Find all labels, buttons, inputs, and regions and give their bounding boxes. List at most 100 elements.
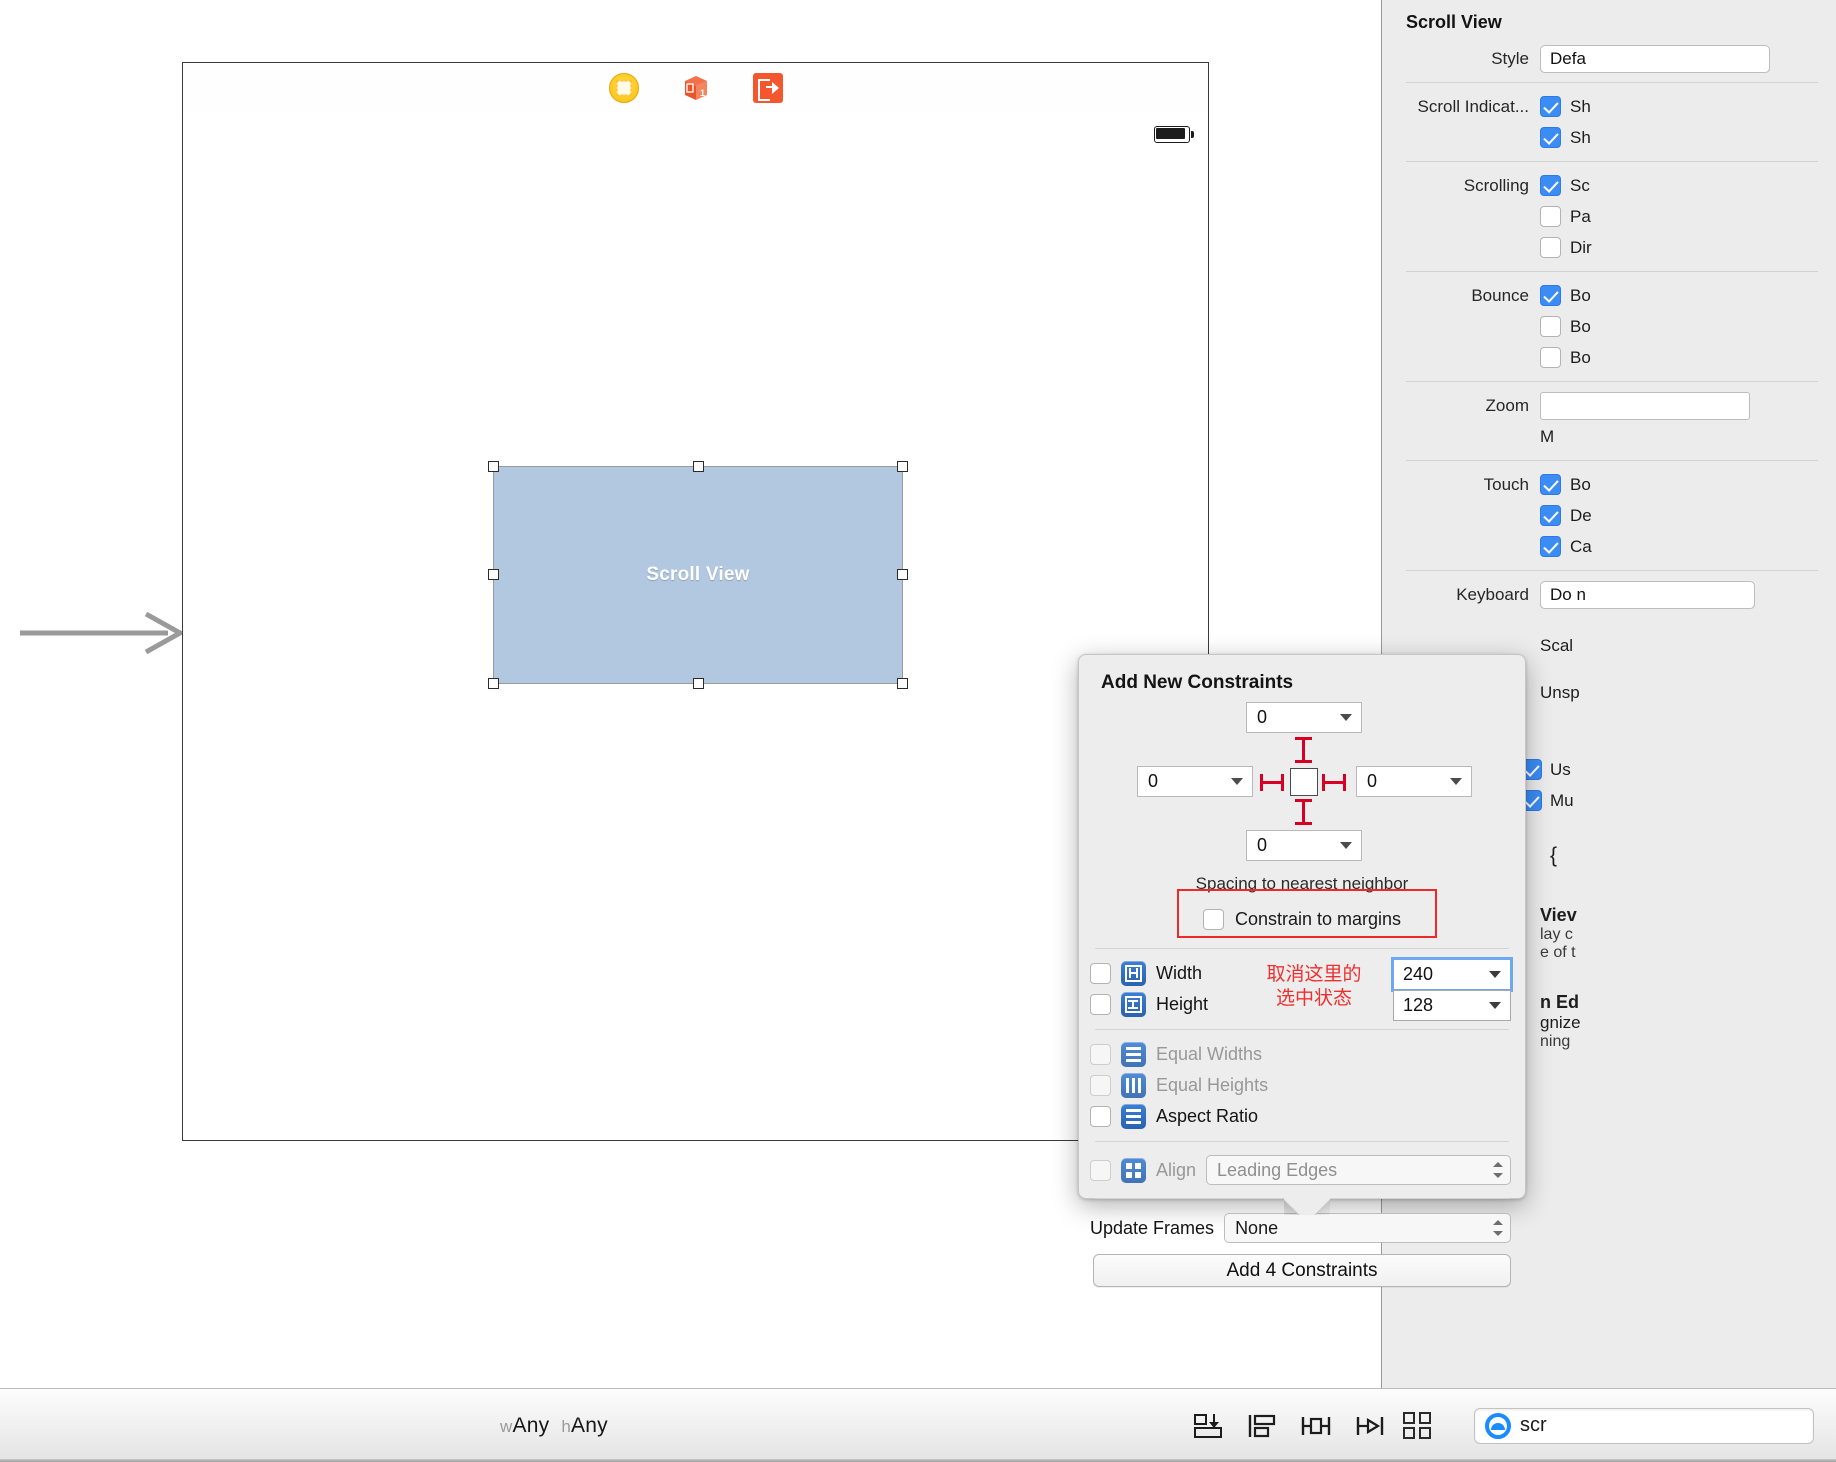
variation-w-prefix: w: [500, 1416, 513, 1436]
zoom-min-field[interactable]: [1540, 391, 1750, 420]
update-frames-value: None: [1235, 1217, 1279, 1238]
resize-handle-bottom-left[interactable]: [488, 678, 499, 689]
height-icon: [1121, 992, 1146, 1017]
resize-handle-top-left[interactable]: [488, 461, 499, 472]
bottom-spacing-stepper[interactable]: 0: [1246, 830, 1362, 861]
cancellable-content-touches-checkbox[interactable]: [1540, 536, 1561, 557]
trailing-spacing-stepper[interactable]: 0: [1356, 766, 1472, 797]
trailing-ibeam-icon[interactable]: [1322, 774, 1346, 790]
inspector-row-zoom[interactable]: Zoom: [1382, 390, 1836, 421]
exit-icon[interactable]: [752, 73, 783, 103]
inspector-row-scrolling[interactable]: Scrolling Sc: [1382, 170, 1836, 201]
width-value-stepper[interactable]: 240: [1391, 957, 1513, 992]
keyboard-dismiss-popup[interactable]: Do n: [1540, 580, 1755, 609]
bottom-ibeam-icon[interactable]: [1295, 799, 1311, 825]
leading-spacing-stepper[interactable]: 0: [1137, 766, 1253, 797]
library-search-value: scr: [1520, 1414, 1547, 1436]
chevron-down-icon[interactable]: [1340, 714, 1352, 721]
size-class-variation[interactable]: wAny hAny: [500, 1414, 608, 1438]
resize-handle-bottom-right[interactable]: [897, 678, 908, 689]
inspector-row-paging[interactable]: Pa: [1382, 201, 1836, 232]
inspector-row-touch[interactable]: Touch Bo: [1382, 469, 1836, 500]
bounces-vertically-checkbox[interactable]: [1540, 347, 1561, 368]
zoom-min-caption: M: [1540, 426, 1555, 446]
view-controller-icon[interactable]: [608, 73, 639, 103]
embed-in-tool-icon[interactable]: [1246, 1411, 1278, 1441]
top-ibeam-icon[interactable]: [1295, 737, 1311, 763]
chevron-down-icon[interactable]: [1489, 971, 1501, 978]
chevron-down-icon[interactable]: [1231, 778, 1243, 785]
inspector-divider-5: [1406, 460, 1818, 461]
keyboard-dismiss-value: Do n: [1550, 584, 1586, 604]
inspector-row-direction-lock[interactable]: Dir: [1382, 232, 1836, 263]
view-controller-frame[interactable]: Scroll View: [182, 113, 1209, 1141]
aspect-ratio-row[interactable]: Aspect Ratio: [1079, 1101, 1525, 1132]
constrain-to-margins-checkbox[interactable]: [1202, 909, 1224, 930]
library-search-field[interactable]: scr: [1474, 1407, 1814, 1444]
aspect-ratio-checkbox[interactable]: [1090, 1106, 1111, 1127]
scene-dock[interactable]: 1: [182, 62, 1209, 114]
inspector-row-scroll-indicators[interactable]: Scroll Indicat... Sh: [1382, 91, 1836, 122]
constrain-to-margins-row[interactable]: Constrain to margins: [1079, 900, 1525, 939]
inspector-row-cancellable[interactable]: Ca: [1382, 531, 1836, 562]
scroll-view-object[interactable]: Scroll View: [493, 466, 903, 684]
resize-handle-bottom-center[interactable]: [693, 678, 704, 689]
align-tool-icon[interactable]: [1300, 1411, 1332, 1441]
style-popup-button[interactable]: Defa: [1540, 44, 1770, 73]
top-spacing-stepper[interactable]: 0: [1246, 702, 1362, 733]
bounces-checkbox[interactable]: [1540, 285, 1561, 306]
inspector-row-style[interactable]: Style Defa: [1382, 43, 1836, 74]
resize-handle-top-center[interactable]: [693, 461, 704, 472]
auto-layout-tool-group[interactable]: [1192, 1411, 1386, 1441]
chinese-annotation-line-2: 选中状态: [1275, 986, 1352, 1009]
scrolling-enabled-checkbox[interactable]: [1540, 175, 1561, 196]
add-constraints-button[interactable]: Add 4 Constraints: [1093, 1254, 1511, 1287]
chevron-down-icon[interactable]: [1340, 842, 1352, 849]
update-frames-popup-button[interactable]: None: [1224, 1213, 1511, 1243]
height-value-stepper[interactable]: 128: [1393, 990, 1511, 1021]
resize-handle-top-right[interactable]: [897, 461, 908, 472]
library-grid-icon[interactable]: [1402, 1411, 1436, 1441]
update-frames-tool-icon[interactable]: [1192, 1411, 1224, 1441]
semantic-label: Unsp: [1540, 682, 1580, 702]
bounces-horizontally-checkbox[interactable]: [1540, 316, 1561, 337]
inspector-row-bounce[interactable]: Bounce Bo: [1382, 280, 1836, 311]
inspector-row-bounce-v[interactable]: Bo: [1382, 342, 1836, 373]
inspector-row-scroll-indicators-2[interactable]: Sh: [1382, 122, 1836, 153]
show-vertical-indicator-checkbox[interactable]: [1540, 127, 1561, 148]
chinese-annotation-line-1: 取消这里的: [1266, 963, 1362, 985]
chevron-down-icon[interactable]: [1489, 1002, 1501, 1009]
xcode-interface-builder-window: 1 Scroll View Scroll View Style Defa Scr…: [0, 0, 1836, 1462]
direction-lock-checkbox[interactable]: [1540, 237, 1561, 258]
equal-widths-row[interactable]: Equal Widths: [1079, 1039, 1525, 1070]
chevron-down-icon[interactable]: [1450, 778, 1462, 785]
delays-content-touches-checkbox[interactable]: [1540, 505, 1561, 526]
add-new-constraints-popover[interactable]: Add New Constraints 0 0 0 0 Spacing to n…: [1078, 654, 1526, 1287]
chevron-updown-icon[interactable]: [1492, 1220, 1503, 1236]
inspector-row-delays[interactable]: De: [1382, 500, 1836, 531]
add-constraints-tool-icon[interactable]: [1354, 1411, 1386, 1441]
equal-widths-checkbox[interactable]: [1090, 1044, 1111, 1065]
first-responder-icon[interactable]: 1: [681, 73, 711, 103]
show-horizontal-indicator-checkbox[interactable]: [1540, 96, 1561, 117]
resize-handle-middle-right[interactable]: [897, 569, 908, 580]
chevron-updown-icon[interactable]: [1492, 1162, 1503, 1178]
leading-ibeam-icon[interactable]: [1260, 774, 1284, 790]
scroll-view-label: Scroll View: [646, 564, 750, 585]
equal-heights-row[interactable]: Equal Heights: [1079, 1070, 1525, 1101]
equal-heights-icon: [1121, 1073, 1146, 1098]
align-checkbox[interactable]: [1090, 1159, 1111, 1181]
equal-heights-checkbox[interactable]: [1090, 1075, 1111, 1096]
paging-enabled-checkbox[interactable]: [1540, 206, 1561, 227]
canvas-bottom-toolbar[interactable]: wAny hAny scr: [0, 1388, 1836, 1462]
width-checkbox[interactable]: [1090, 963, 1111, 984]
height-checkbox[interactable]: [1090, 994, 1111, 1015]
spacing-constraints-widget[interactable]: 0 0 0 0: [1079, 700, 1525, 880]
inspector-divider-6: [1406, 570, 1818, 571]
resize-handle-middle-left[interactable]: [488, 569, 499, 580]
bounces-zoom-checkbox[interactable]: [1540, 474, 1561, 495]
inspector-row-keyboard[interactable]: Keyboard Do n: [1382, 579, 1836, 610]
align-row[interactable]: Align Leading Edges: [1079, 1151, 1525, 1189]
align-popup-button[interactable]: Leading Edges: [1206, 1155, 1511, 1185]
inspector-row-bounce-h[interactable]: Bo: [1382, 311, 1836, 342]
